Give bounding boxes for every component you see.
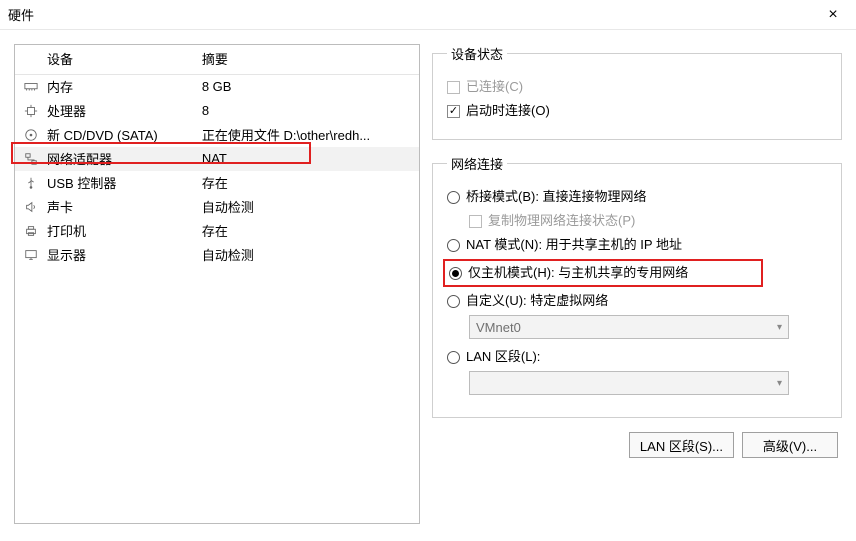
connected-checkbox: 已连接(C) [447, 77, 827, 97]
network-icon [23, 152, 39, 166]
display-icon [23, 248, 39, 262]
col-device: 设备 [39, 45, 194, 75]
radio-custom[interactable]: 自定义(U): 特定虚拟网络 [447, 291, 827, 311]
device-name: 声卡 [39, 195, 194, 219]
radio-nat-label: NAT 模式(N): 用于共享主机的 IP 地址 [466, 235, 682, 255]
chevron-down-icon: ▾ [777, 322, 782, 333]
connect-on-power-label: 启动时连接(O) [466, 101, 550, 121]
printer-icon [23, 224, 39, 238]
device-name: 显示器 [39, 243, 194, 267]
memory-icon [23, 80, 39, 94]
cpu-icon [23, 104, 39, 118]
table-row[interactable]: 新 CD/DVD (SATA)正在使用文件 D:\other\redh... [15, 123, 419, 147]
titlebar: 硬件 × [0, 0, 856, 30]
radio-icon [447, 295, 460, 308]
device-name: USB 控制器 [39, 171, 194, 195]
device-summary: NAT [194, 147, 419, 171]
device-summary: 自动检测 [194, 243, 419, 267]
radio-icon [449, 267, 462, 280]
radio-icon [447, 239, 460, 252]
table-row[interactable]: 网络适配器NAT [15, 147, 419, 171]
radio-lan-label: LAN 区段(L): [466, 347, 540, 367]
connected-label: 已连接(C) [466, 77, 523, 97]
dialog-body: 设备 摘要 内存8 GB处理器8新 CD/DVD (SATA)正在使用文件 D:… [0, 30, 856, 538]
device-table: 设备 摘要 内存8 GB处理器8新 CD/DVD (SATA)正在使用文件 D:… [15, 45, 419, 267]
chevron-down-icon: ▾ [777, 378, 782, 389]
radio-hostonly[interactable]: 仅主机模式(H): 与主机共享的专用网络 [449, 263, 757, 283]
table-row[interactable]: 显示器自动检测 [15, 243, 419, 267]
radio-icon [447, 191, 460, 204]
sound-icon [23, 200, 39, 214]
table-row[interactable]: 打印机存在 [15, 219, 419, 243]
network-connection-group: 网络连接 桥接模式(B): 直接连接物理网络 复制物理网络连接状态(P) NAT… [432, 154, 842, 418]
close-icon[interactable]: × [818, 6, 848, 24]
device-summary: 8 [194, 99, 419, 123]
checkbox-icon [447, 81, 460, 94]
device-name: 新 CD/DVD (SATA) [39, 123, 194, 147]
device-list-panel: 设备 摘要 内存8 GB处理器8新 CD/DVD (SATA)正在使用文件 D:… [14, 44, 420, 524]
button-row: LAN 区段(S)... 高级(V)... [432, 432, 842, 458]
radio-lan-segment[interactable]: LAN 区段(L): [447, 347, 827, 367]
radio-hostonly-label: 仅主机模式(H): 与主机共享的专用网络 [468, 263, 688, 283]
device-summary: 8 GB [194, 75, 419, 100]
radio-nat[interactable]: NAT 模式(N): 用于共享主机的 IP 地址 [447, 235, 827, 255]
connect-on-power-checkbox[interactable]: ✓ 启动时连接(O) [447, 101, 827, 121]
device-summary: 正在使用文件 D:\other\redh... [194, 123, 419, 147]
table-row[interactable]: 内存8 GB [15, 75, 419, 100]
highlight-hostonly: 仅主机模式(H): 与主机共享的专用网络 [443, 259, 763, 287]
replicate-checkbox: 复制物理网络连接状态(P) [469, 211, 827, 231]
device-summary: 存在 [194, 171, 419, 195]
device-name: 网络适配器 [39, 147, 194, 171]
table-row[interactable]: 处理器8 [15, 99, 419, 123]
device-name: 处理器 [39, 99, 194, 123]
device-summary: 自动检测 [194, 195, 419, 219]
device-summary: 存在 [194, 219, 419, 243]
radio-custom-label: 自定义(U): 特定虚拟网络 [466, 291, 608, 311]
device-status-group: 设备状态 已连接(C) ✓ 启动时连接(O) [432, 44, 842, 140]
window-title: 硬件 [8, 5, 818, 24]
radio-icon [447, 351, 460, 364]
custom-vmnet-combo: VMnet0 ▾ [469, 315, 789, 339]
device-status-legend: 设备状态 [447, 44, 507, 63]
device-name: 内存 [39, 75, 194, 100]
network-connection-legend: 网络连接 [447, 154, 507, 173]
usb-icon [23, 176, 39, 190]
checkbox-icon [469, 215, 482, 228]
device-name: 打印机 [39, 219, 194, 243]
advanced-button[interactable]: 高级(V)... [742, 432, 838, 458]
replicate-label: 复制物理网络连接状态(P) [488, 211, 635, 231]
lan-segments-button[interactable]: LAN 区段(S)... [629, 432, 734, 458]
col-summary: 摘要 [194, 45, 419, 75]
table-row[interactable]: USB 控制器存在 [15, 171, 419, 195]
table-row[interactable]: 声卡自动检测 [15, 195, 419, 219]
cd-icon [23, 128, 39, 142]
right-panel: 设备状态 已连接(C) ✓ 启动时连接(O) 网络连接 桥接模式(B): 直接连… [432, 44, 842, 524]
checkbox-icon: ✓ [447, 105, 460, 118]
radio-bridged-label: 桥接模式(B): 直接连接物理网络 [466, 187, 647, 207]
custom-vmnet-value: VMnet0 [476, 320, 521, 335]
radio-bridged[interactable]: 桥接模式(B): 直接连接物理网络 [447, 187, 827, 207]
lan-segment-combo: ▾ [469, 371, 789, 395]
